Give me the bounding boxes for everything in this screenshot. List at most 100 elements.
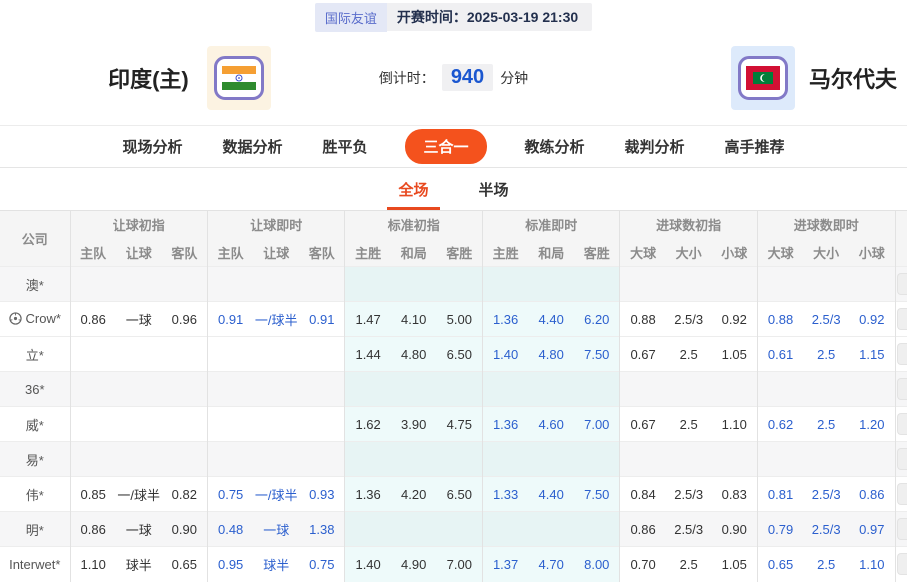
odds-cell[interactable]: 0.75 (207, 477, 253, 512)
odds-cell[interactable]: 7.50 (574, 337, 620, 372)
odds-cell[interactable]: 2.5 (803, 547, 849, 582)
odds-cell[interactable]: 0.88 (620, 302, 666, 337)
odds-cell[interactable]: 0.97 (849, 512, 895, 547)
odds-cell[interactable]: 4.40 (528, 477, 574, 512)
odds-cell[interactable]: 0.86 (620, 512, 666, 547)
odds-cell[interactable]: 0.67 (620, 337, 666, 372)
sub-tab-1[interactable]: 全场 (396, 169, 430, 210)
odds-cell[interactable]: 1.36 (482, 407, 528, 442)
odds-cell[interactable]: 2.5/3 (803, 477, 849, 512)
odds-cell[interactable]: 2.5/3 (666, 477, 712, 512)
odds-cell[interactable]: 1.33 (482, 477, 528, 512)
odds-cell[interactable]: 0.75 (299, 547, 345, 582)
edge-button[interactable] (897, 273, 907, 295)
odds-cell[interactable]: 0.91 (299, 302, 345, 337)
odds-cell[interactable]: 2.5 (666, 337, 712, 372)
odds-cell[interactable]: 一/球半 (253, 302, 299, 337)
nav-tab-5[interactable]: 教练分析 (523, 130, 587, 163)
edge-button[interactable] (897, 343, 907, 365)
company-cell[interactable]: Interwet* (0, 547, 70, 582)
odds-cell[interactable]: 1.36 (345, 477, 391, 512)
odds-cell[interactable]: 1.62 (345, 407, 391, 442)
edge-button[interactable] (897, 308, 907, 330)
odds-cell[interactable]: 0.93 (299, 477, 345, 512)
odds-cell[interactable]: 0.91 (207, 302, 253, 337)
odds-cell[interactable]: 0.83 (712, 477, 758, 512)
odds-cell[interactable]: 4.10 (391, 302, 437, 337)
sub-tab-2[interactable]: 半场 (477, 169, 511, 210)
odds-cell[interactable]: 0.92 (849, 302, 895, 337)
odds-cell[interactable]: 1.15 (849, 337, 895, 372)
odds-cell[interactable]: 0.62 (757, 407, 803, 442)
odds-cell[interactable]: 0.70 (620, 547, 666, 582)
odds-cell[interactable]: 0.81 (757, 477, 803, 512)
odds-cell[interactable]: 7.50 (574, 477, 620, 512)
odds-cell[interactable]: 1.10 (712, 407, 758, 442)
odds-cell[interactable]: 0.86 (70, 512, 116, 547)
odds-cell[interactable]: 球半 (253, 547, 299, 582)
nav-tab-6[interactable]: 裁判分析 (623, 130, 687, 163)
company-cell[interactable]: 明* (0, 512, 70, 547)
odds-cell[interactable]: 1.05 (712, 337, 758, 372)
odds-cell[interactable]: 6.50 (437, 477, 483, 512)
odds-cell[interactable]: 1.47 (345, 302, 391, 337)
odds-cell[interactable]: 4.40 (528, 302, 574, 337)
odds-cell[interactable]: 2.5 (803, 337, 849, 372)
odds-cell[interactable]: 4.70 (528, 547, 574, 582)
company-cell[interactable]: 伟* (0, 477, 70, 512)
odds-cell[interactable]: 0.88 (757, 302, 803, 337)
edge-button[interactable] (897, 413, 907, 435)
edge-button[interactable] (897, 378, 907, 400)
odds-cell[interactable]: 2.5 (803, 407, 849, 442)
odds-cell[interactable]: 0.95 (207, 547, 253, 582)
odds-cell[interactable]: 0.90 (712, 512, 758, 547)
edge-button[interactable] (897, 483, 907, 505)
odds-cell[interactable]: 1.20 (849, 407, 895, 442)
odds-cell[interactable]: 3.90 (391, 407, 437, 442)
odds-cell[interactable]: 7.00 (574, 407, 620, 442)
odds-cell[interactable]: 4.90 (391, 547, 437, 582)
odds-cell[interactable]: 1.38 (299, 512, 345, 547)
edge-button[interactable] (897, 448, 907, 470)
league-badge[interactable]: 国际友谊 (315, 3, 387, 32)
odds-cell[interactable]: 一球 (253, 512, 299, 547)
odds-cell[interactable]: 0.61 (757, 337, 803, 372)
odds-cell[interactable]: 一/球半 (253, 477, 299, 512)
odds-cell[interactable]: 0.85 (70, 477, 116, 512)
odds-cell[interactable]: 5.00 (437, 302, 483, 337)
company-cell[interactable]: Crow* (0, 302, 70, 337)
odds-cell[interactable]: 4.20 (391, 477, 437, 512)
company-cell[interactable]: 威* (0, 407, 70, 442)
odds-cell[interactable]: 1.37 (482, 547, 528, 582)
odds-cell[interactable]: 1.40 (345, 547, 391, 582)
odds-cell[interactable]: 0.84 (620, 477, 666, 512)
odds-cell[interactable]: 一球 (116, 512, 162, 547)
nav-tab-7[interactable]: 高手推荐 (723, 130, 787, 163)
odds-cell[interactable]: 0.90 (162, 512, 208, 547)
edge-button[interactable] (897, 518, 907, 540)
odds-cell[interactable]: 0.86 (70, 302, 116, 337)
odds-cell[interactable]: 一球 (116, 302, 162, 337)
odds-cell[interactable]: 4.60 (528, 407, 574, 442)
odds-cell[interactable]: 球半 (116, 547, 162, 582)
odds-cell[interactable]: 0.86 (849, 477, 895, 512)
odds-cell[interactable]: 4.80 (528, 337, 574, 372)
odds-cell[interactable]: 2.5/3 (803, 512, 849, 547)
odds-cell[interactable]: 2.5/3 (803, 302, 849, 337)
odds-cell[interactable]: 1.10 (849, 547, 895, 582)
odds-cell[interactable]: 7.00 (437, 547, 483, 582)
odds-cell[interactable]: 0.65 (162, 547, 208, 582)
odds-cell[interactable]: 8.00 (574, 547, 620, 582)
odds-cell[interactable]: 1.05 (712, 547, 758, 582)
odds-cell[interactable]: 2.5/3 (666, 512, 712, 547)
company-cell[interactable]: 澳* (0, 267, 70, 302)
odds-cell[interactable]: 4.80 (391, 337, 437, 372)
odds-cell[interactable]: 1.36 (482, 302, 528, 337)
edge-button[interactable] (897, 553, 907, 575)
nav-tab-1[interactable]: 现场分析 (120, 130, 184, 163)
company-cell[interactable]: 36* (0, 372, 70, 407)
nav-tab-2[interactable]: 数据分析 (220, 130, 284, 163)
odds-cell[interactable]: 一/球半 (116, 477, 162, 512)
odds-cell[interactable]: 4.75 (437, 407, 483, 442)
odds-cell[interactable]: 1.40 (482, 337, 528, 372)
